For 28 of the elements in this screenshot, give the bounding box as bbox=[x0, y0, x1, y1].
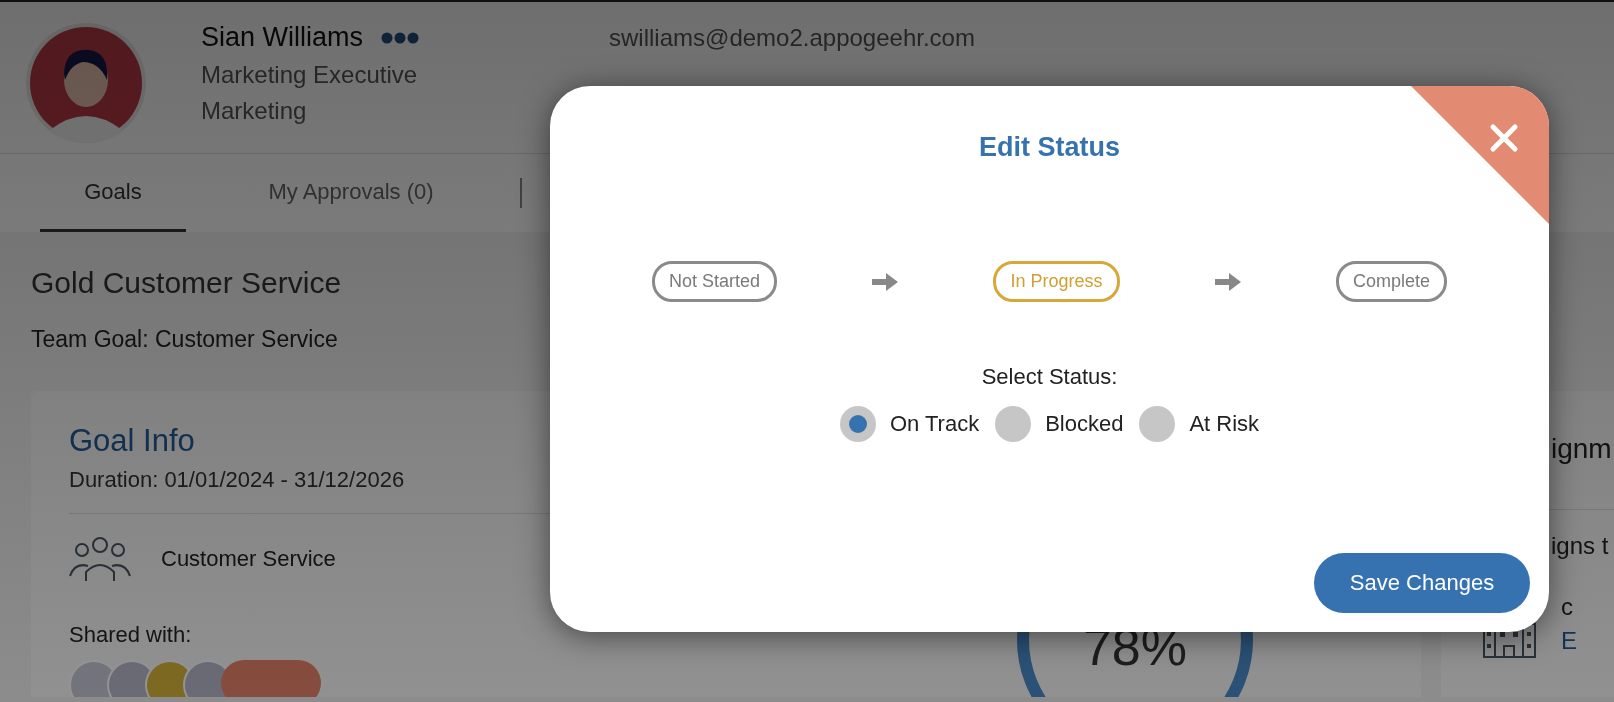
save-changes-button[interactable]: Save Changes bbox=[1314, 553, 1530, 613]
option-label: At Risk bbox=[1189, 411, 1260, 437]
card-heading: ignm bbox=[1551, 433, 1612, 465]
tab[interactable]: Goals bbox=[40, 154, 186, 232]
team-goal-label: Team Goal: Customer Service bbox=[31, 326, 338, 353]
company-name: c bbox=[1561, 592, 1574, 622]
company-link[interactable]: E bbox=[1561, 624, 1577, 658]
tab[interactable]: My Approvals (0) bbox=[186, 154, 516, 232]
radio-option[interactable]: On Track bbox=[839, 406, 980, 442]
email-address: swilliams@demo2.appogeehr.com bbox=[609, 23, 975, 52]
status-stage: Complete bbox=[1335, 261, 1447, 302]
job-title: Marketing Executive bbox=[201, 61, 419, 89]
option-label: On Track bbox=[889, 411, 980, 437]
radio-option[interactable]: Blocked bbox=[995, 406, 1124, 442]
option-label: Blocked bbox=[1045, 411, 1124, 437]
select-status-label: Select Status: bbox=[981, 364, 1118, 390]
card-heading: Goal Info bbox=[69, 423, 195, 459]
status-stage: Not Started bbox=[652, 261, 778, 302]
department: Marketing bbox=[201, 97, 308, 125]
team-name: Customer Service bbox=[161, 546, 336, 572]
shared-with-label: Shared with: bbox=[69, 622, 192, 648]
radio-option[interactable]: At Risk bbox=[1139, 406, 1260, 442]
duration-text: Duration: 01/01/2024 - 31/12/2026 bbox=[69, 467, 405, 493]
goal-title: Gold Customer Service bbox=[31, 266, 342, 300]
status-stage: In Progress bbox=[993, 261, 1120, 302]
employee-name: Sian Williams bbox=[201, 22, 364, 53]
card-text: igns t bbox=[1551, 532, 1609, 560]
dialog-title: Edit Status bbox=[979, 132, 1120, 163]
